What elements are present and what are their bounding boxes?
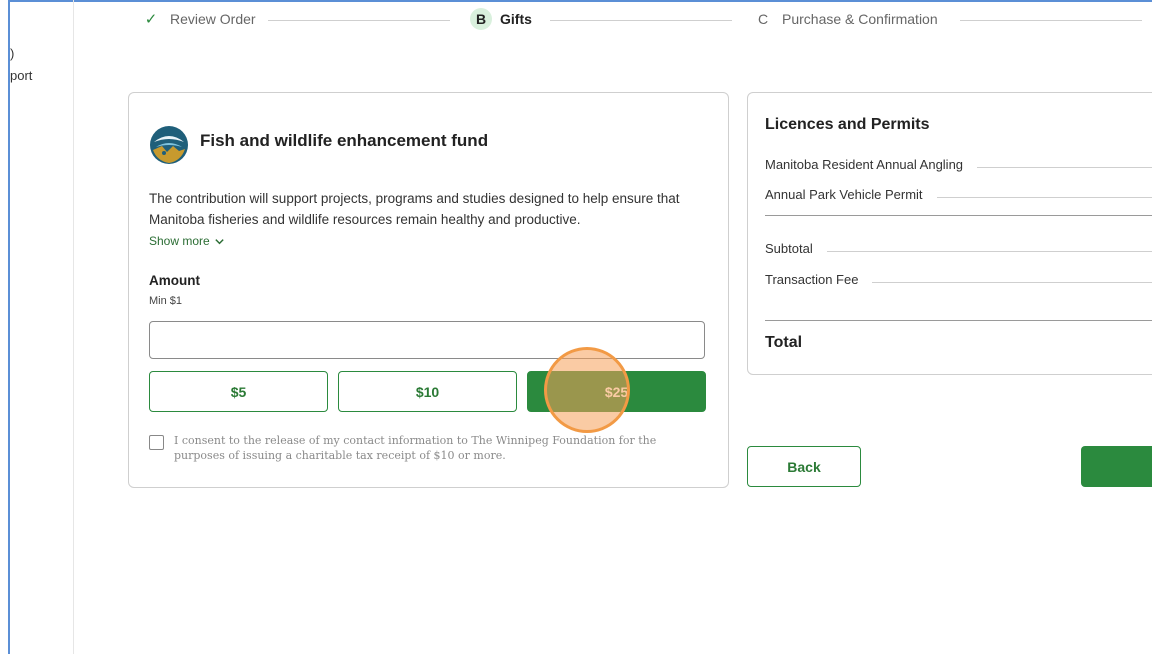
step-marker: C <box>757 11 769 27</box>
transaction-fee-label: Transaction Fee <box>765 272 859 287</box>
continue-button[interactable] <box>1081 446 1152 487</box>
leader-line <box>872 282 1152 283</box>
sidebar-text-fragment[interactable]: port <box>10 68 32 83</box>
window-frame-left <box>8 0 10 654</box>
subtotal-row: Subtotal <box>765 241 1152 256</box>
step-connector <box>268 20 450 21</box>
window-frame-top <box>8 0 1152 2</box>
step-marker: B <box>470 8 492 30</box>
summary-line-item: Manitoba Resident Annual Angling <box>765 157 1152 172</box>
sidebar-text-fragment[interactable]: ) <box>10 46 14 61</box>
fund-logo-icon <box>150 126 188 164</box>
amount-25-button[interactable]: $25 <box>527 371 706 412</box>
chevron-down-icon <box>215 238 224 244</box>
summary-title: Licences and Permits <box>765 116 930 133</box>
summary-divider <box>765 215 1152 216</box>
step-label: Purchase & Confirmation <box>782 11 938 27</box>
step-label: Review Order <box>170 11 256 27</box>
order-summary-card: Licences and Permits Manitoba Resident A… <box>747 92 1152 375</box>
step-connector <box>550 20 732 21</box>
back-button[interactable]: Back <box>747 446 861 487</box>
fund-description: The contribution will support projects, … <box>149 191 680 227</box>
amount-10-button[interactable]: $10 <box>338 371 517 412</box>
show-more-link[interactable]: Show more <box>149 234 225 248</box>
leader-line <box>936 197 1152 198</box>
amount-label: Amount <box>149 273 200 288</box>
show-more-label: Show more <box>149 234 210 248</box>
line-item-label: Manitoba Resident Annual Angling <box>765 157 964 172</box>
amount-5-button[interactable]: $5 <box>149 371 328 412</box>
checkmark-icon: ✓ <box>144 11 158 28</box>
step-review-order[interactable]: ✓ Review Order <box>140 8 256 30</box>
step-label: Gifts <box>500 11 532 27</box>
step-gifts[interactable]: B Gifts <box>470 8 532 30</box>
total-label: Total <box>765 334 803 351</box>
summary-divider <box>765 320 1152 321</box>
leader-line <box>977 167 1152 168</box>
step-purchase-confirmation[interactable]: C Purchase & Confirmation <box>752 8 938 30</box>
leader-line <box>826 251 1152 252</box>
sidebar-divider <box>73 0 74 654</box>
subtotal-label: Subtotal <box>765 241 813 256</box>
gift-fund-card: Fish and wildlife enhancement fund The c… <box>128 92 729 488</box>
step-connector <box>960 20 1142 21</box>
transaction-fee-row: Transaction Fee <box>765 272 1152 287</box>
line-item-label: Annual Park Vehicle Permit <box>765 187 923 202</box>
consent-text: I consent to the release of my contact i… <box>174 434 657 462</box>
amount-input[interactable] <box>149 321 705 359</box>
amount-min-hint: Min $1 <box>149 295 183 307</box>
consent-row: I consent to the release of my contact i… <box>149 433 709 463</box>
summary-line-item: Annual Park Vehicle Permit <box>765 187 1152 202</box>
consent-checkbox[interactable] <box>149 435 164 450</box>
fund-title: Fish and wildlife enhancement fund <box>200 131 489 150</box>
